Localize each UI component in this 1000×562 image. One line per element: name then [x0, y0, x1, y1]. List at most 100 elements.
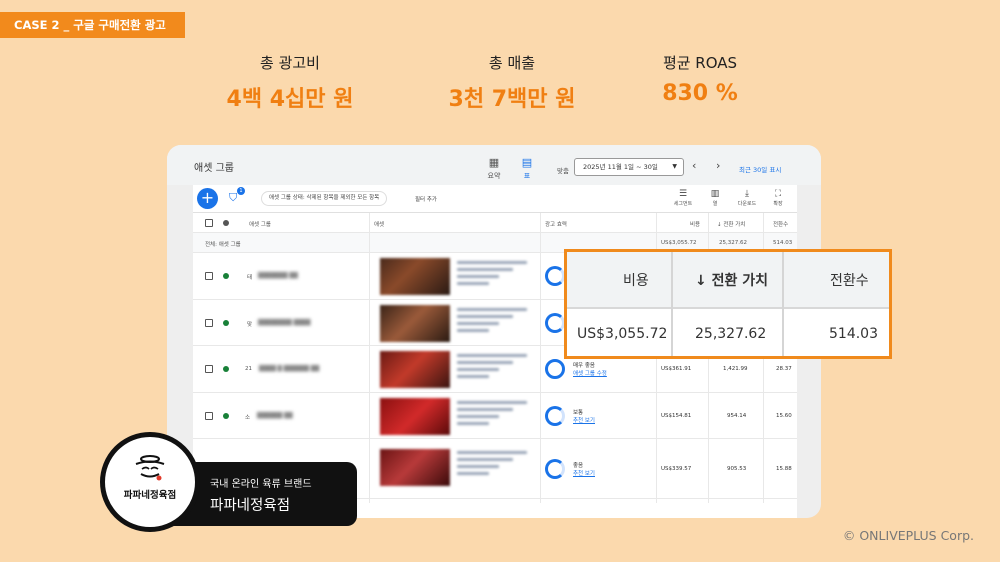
table-label: 표 [523, 172, 531, 180]
stat-label: 평균 ROAS [662, 54, 738, 72]
stat-label: 총 광고비 [260, 54, 320, 72]
asset-description [457, 354, 527, 382]
row-conv-value: 954.14 [727, 413, 747, 419]
total-label: 전체: 애셋 그룹 [205, 242, 241, 248]
column-divider [782, 252, 784, 356]
blurred-text: ██████ ██ [257, 413, 293, 419]
table-row[interactable]: 소 ██████ ██ 보통 추천 보기 US$154.81 954.14 15.… [193, 393, 797, 439]
total-cost: US$3,055.72 [661, 240, 697, 246]
page-title: 애셋 그룹 [194, 163, 234, 174]
total-conversions: 514.03 [773, 240, 793, 246]
tool-label: 열 [712, 201, 718, 207]
column-divider [369, 213, 370, 503]
blurred-text: ████ █ ██████ ██ [259, 366, 320, 372]
date-range-select[interactable]: 2025년 11월 1일 ~ 30일 ▼ [574, 158, 684, 176]
status-dot [223, 366, 229, 372]
asset-group-name[interactable]: 21 [245, 366, 252, 372]
filter-count-badge: 1 [237, 187, 245, 195]
select-all-checkbox[interactable] [205, 219, 213, 227]
table-view-button[interactable]: ▤ 표 [512, 157, 542, 181]
ad-strength: 매우 좋음 애셋 그룹 수정 [573, 361, 607, 377]
add-button[interactable]: + [197, 188, 218, 209]
col-assets[interactable]: 애셋 [374, 220, 384, 228]
ad-strength-ring [545, 459, 565, 479]
filter-chip[interactable]: 애셋 그룹 상태: 삭제된 항목을 제외한 모든 항목 [261, 191, 388, 206]
strength-link[interactable]: 추천 보기 [573, 469, 595, 477]
callout-total-conv-value: 25,327.62 [695, 326, 767, 342]
row-checkbox[interactable] [205, 365, 213, 373]
asset-group-name[interactable]: 소 [245, 413, 250, 421]
status-dot [223, 320, 229, 326]
download-icon: ⤓ [745, 189, 749, 199]
filter-icon[interactable]: ⛉ [229, 191, 237, 205]
row-checkbox[interactable] [205, 319, 213, 327]
ad-strength-ring [545, 406, 565, 426]
asset-thumbnail [380, 351, 450, 388]
col-ad-strength[interactable]: 광고 효력 [545, 220, 567, 228]
date-range-value: 2025년 11월 1일 ~ 30일 [583, 163, 658, 171]
case-tag: CASE 2 _ 구글 구매전환 광고 [0, 12, 185, 38]
totals-magnified-callout: 비용 ↓ 전환 가치 전환수 US$3,055.72 25,327.62 514… [564, 249, 892, 359]
chevron-right-icon[interactable]: › [716, 159, 720, 172]
row-conversions: 15.88 [776, 466, 792, 472]
ad-strength-ring [545, 313, 565, 333]
expand-button[interactable]: ⛶ 확장 [763, 189, 793, 207]
chevron-left-icon[interactable]: ‹ [692, 159, 696, 172]
columns-button[interactable]: ▥ 열 [700, 189, 730, 207]
expand-icon: ⛶ [774, 189, 782, 199]
callout-header-conv-value: ↓ 전환 가치 [695, 273, 768, 289]
strength-link[interactable]: 애셋 그룹 수정 [573, 369, 607, 377]
asset-thumbnail [380, 258, 450, 295]
stat-total-sales: 총 매출 3천 7백만 원 [412, 52, 612, 113]
strength-link[interactable]: 추천 보기 [573, 416, 595, 424]
stat-label: 총 매출 [488, 54, 536, 72]
column-divider [540, 213, 541, 503]
download-button[interactable]: ⤓ 다운로드 [732, 189, 762, 207]
brand-logo-text: 파파네정육점 [123, 490, 177, 501]
recent-30-days-link[interactable]: 최근 30일 표시 [739, 164, 781, 174]
brand-logo: 파파네정육점 [100, 432, 200, 532]
asset-group-name[interactable]: 태 [247, 273, 252, 281]
asset-description [457, 451, 527, 479]
asset-group-name[interactable]: 맞 [247, 320, 252, 328]
stat-total-ad-spend: 총 광고비 4백 4십만 원 [190, 52, 390, 113]
panel-header: 애셋 그룹 ▦ 요약 ▤ 표 맞춤 2025년 11월 1일 ~ 30일 ▼ ‹… [167, 145, 821, 185]
asset-description [457, 401, 527, 429]
add-filter-link[interactable]: 필터 추가 [415, 195, 437, 203]
asset-thumbnail [380, 449, 450, 486]
stat-avg-roas: 평균 ROAS 830 % [600, 52, 800, 106]
total-conv-value: 25,327.62 [719, 240, 747, 246]
status-dot [223, 220, 229, 226]
stat-value: 4백 4십만 원 [226, 87, 354, 112]
col-conv-value[interactable]: ↓ 전환 가치 [717, 220, 745, 228]
row-conversions: 15.60 [776, 413, 792, 419]
brand-name: 파파네정육점 [210, 498, 291, 514]
ad-strength-ring [545, 266, 565, 286]
segment-button[interactable]: ☰ 세그먼트 [668, 189, 698, 207]
stat-value: 830 % [662, 81, 738, 106]
callout-header-cost: 비용 [623, 273, 649, 289]
toolbar: + ⛉ 1 애셋 그룹 상태: 삭제된 항목을 제외한 모든 항목 필터 추가 … [193, 185, 797, 213]
col-cost[interactable]: 비용 [690, 220, 700, 228]
ad-strength-ring [545, 359, 565, 379]
row-cost: US$339.57 [661, 466, 692, 472]
summary-view-button[interactable]: ▦ 요약 [479, 157, 509, 181]
tool-label: 확장 [773, 201, 783, 207]
summary-icon: ▦ [488, 156, 500, 169]
asset-thumbnail [380, 305, 450, 342]
blurred-text: ███████ ██ [258, 273, 298, 279]
asset-description [457, 261, 527, 289]
date-prefix: 맞춤 [557, 167, 569, 175]
asset-description [457, 308, 527, 336]
asset-thumbnail [380, 398, 450, 435]
column-divider [671, 252, 673, 356]
col-asset-group[interactable]: 애셋 그룹 [249, 220, 271, 228]
row-checkbox[interactable] [205, 412, 213, 420]
status-dot [223, 413, 229, 419]
col-conversions[interactable]: 전환수 [773, 220, 788, 228]
row-conv-value: 905.53 [727, 466, 747, 472]
summary-label: 요약 [487, 172, 501, 180]
status-dot [223, 273, 229, 279]
row-checkbox[interactable] [205, 272, 213, 280]
segment-icon: ☰ [678, 189, 688, 199]
